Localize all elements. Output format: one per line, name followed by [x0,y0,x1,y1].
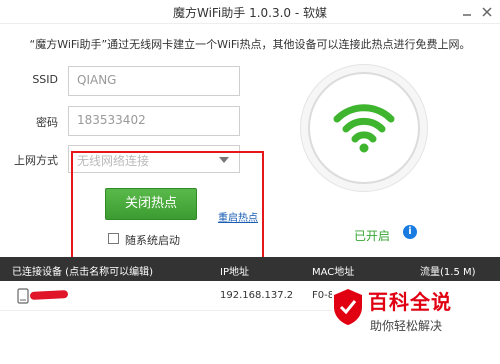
minimize-icon [463,14,471,16]
wifi-icon [333,104,395,153]
highlight-annotation-box [71,151,264,274]
info-icon[interactable]: i [403,225,417,239]
header-connected-devices: 已连接设备 (点击名称可以编辑) [12,267,153,278]
redacted-device-name [29,290,69,300]
ssid-field[interactable]: QIANG [68,66,240,96]
intro-text: “魔方WiFi助手”通过无线网卡建立一个WiFi热点，其他设备可以连接此热点进行… [29,38,471,51]
header-ip: IP地址 [220,267,249,278]
connection-method-label: 上网方式 [14,154,58,167]
window-title: 魔方WiFi助手 1.0.3.0 - 软媒 [172,6,328,20]
minimize-button[interactable] [458,4,476,20]
header-traffic: 流量(1.5 M) [420,267,476,278]
watermark-logo: 百科全说 助你轻松解决 [332,283,500,339]
wifi-assistant-window: 魔方WiFi助手 1.0.3.0 - 软媒 “魔方WiFi助手”通过无线网卡建立… [0,0,500,364]
devices-table-header: 已连接设备 (点击名称可以编辑) IP地址 MAC地址 流量(1.5 M) [0,257,500,281]
header-mac: MAC地址 [312,267,355,278]
close-button[interactable] [478,4,496,20]
watermark-shield-icon [334,289,362,325]
password-field[interactable]: 183533402 [68,106,240,136]
title-bar: 魔方WiFi助手 1.0.3.0 - 软媒 [0,0,500,24]
watermark-subtitle: 助你轻松解决 [370,319,443,333]
password-label: 密码 [36,116,58,129]
hotspot-status-text: 已开启 [354,229,391,243]
ssid-label: SSID [32,73,58,86]
watermark-title: 百科全说 [368,290,452,314]
device-ip: 192.168.137.2 [220,290,294,301]
close-icon [482,7,492,17]
phone-icon [17,288,29,304]
